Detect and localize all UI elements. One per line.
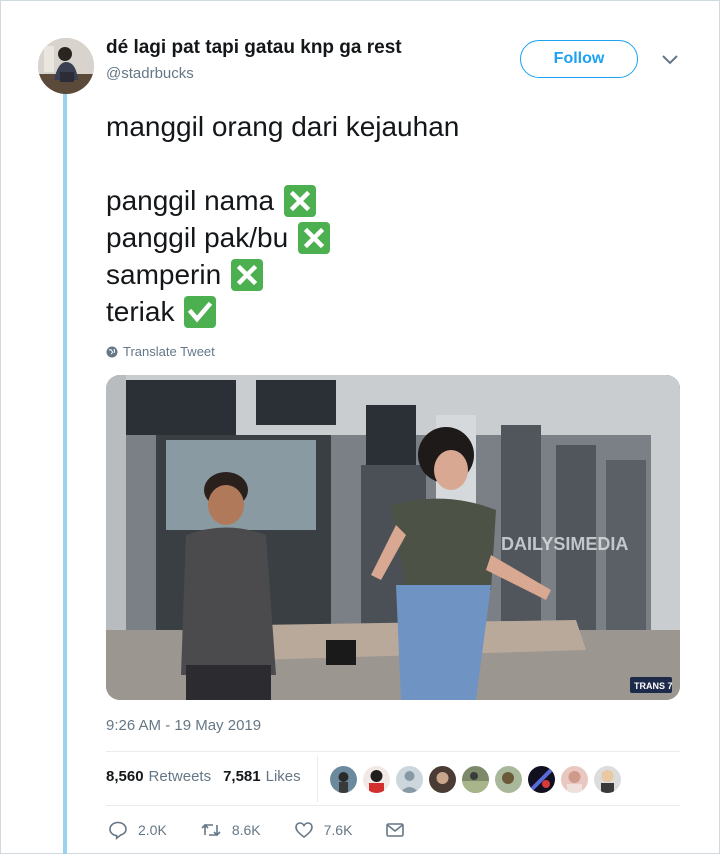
channel-logo: TRANS 7 — [634, 681, 673, 691]
avatar[interactable] — [561, 766, 588, 793]
globe-icon — [106, 346, 118, 357]
likes-count: 7,581 — [223, 768, 261, 785]
avatar[interactable] — [528, 766, 555, 793]
retweet-count: 8.6K — [231, 822, 261, 838]
avatar[interactable] — [462, 766, 489, 793]
heart-icon — [294, 822, 313, 839]
tweet-line: panggil nama — [106, 182, 459, 219]
envelope-icon — [386, 823, 405, 837]
like-count: 7.6K — [323, 822, 353, 838]
reply-button[interactable]: 2.0K — [108, 820, 167, 840]
direct-message-button[interactable] — [385, 820, 415, 840]
retweets-count: 8,560 — [106, 768, 144, 785]
avatar[interactable] — [330, 766, 357, 793]
avatar[interactable] — [38, 38, 94, 94]
avatar[interactable] — [363, 766, 390, 793]
tweet-line: manggil orang dari kejauhan — [106, 108, 459, 145]
tweet-line-text: samperin — [106, 259, 222, 290]
divider — [317, 756, 318, 802]
tweet-text: manggil orang dari kejauhan panggil nama… — [106, 108, 459, 330]
likes-label: Likes — [265, 768, 301, 785]
tweet-line-text: teriak — [106, 296, 175, 327]
liker-avatars — [330, 766, 627, 793]
avatar[interactable] — [396, 766, 423, 793]
tweet-line-text: manggil orang dari kejauhan — [106, 111, 460, 142]
tweet-line: teriak — [106, 293, 459, 330]
cross-mark-icon — [231, 258, 264, 291]
cross-mark-icon — [298, 221, 331, 254]
retweet-icon — [201, 823, 221, 837]
avatar[interactable] — [495, 766, 522, 793]
tweet-actions: 2.0K 8.6K 7.6K — [108, 820, 448, 840]
avatar[interactable] — [594, 766, 621, 793]
follow-button[interactable]: Follow — [520, 40, 638, 78]
reply-count: 2.0K — [138, 822, 167, 838]
tweet-line: samperin — [106, 256, 459, 293]
tweet-line-text: panggil nama — [106, 185, 275, 216]
chevron-down-icon[interactable] — [660, 52, 680, 68]
retweets-stat[interactable]: 8,560 Retweets — [106, 768, 211, 785]
like-button[interactable]: 7.6K — [294, 820, 353, 840]
retweets-label: Retweets — [148, 768, 212, 785]
thread-line — [63, 92, 67, 854]
tweet-line: panggil pak/bu — [106, 219, 459, 256]
check-mark-icon — [184, 295, 217, 328]
divider — [106, 751, 680, 752]
author-handle[interactable]: @stadrbucks — [106, 65, 194, 82]
author-name[interactable]: dé lagi pat tapi gatau knp ga rest — [106, 37, 402, 59]
tweet-timestamp[interactable]: 9:26 AM - 19 May 2019 — [106, 717, 261, 734]
translate-tweet-link[interactable]: Translate Tweet — [106, 344, 215, 359]
likes-stat[interactable]: 7,581 Likes — [223, 768, 301, 785]
translate-label: Translate Tweet — [123, 344, 215, 359]
tweet-stats: 8,560 Retweets 7,581 Likes — [106, 768, 313, 785]
retweet-button[interactable]: 8.6K — [200, 820, 261, 840]
avatar[interactable] — [429, 766, 456, 793]
divider — [106, 805, 680, 806]
reply-icon — [109, 821, 127, 840]
cross-mark-icon — [284, 184, 317, 217]
tweet-line-text: panggil pak/bu — [106, 222, 289, 253]
video-watermark: DAILYSIMEDIA — [501, 534, 628, 554]
tweet-media-video[interactable]: DAILYSIMEDIA TRANS 7 — [106, 375, 680, 700]
